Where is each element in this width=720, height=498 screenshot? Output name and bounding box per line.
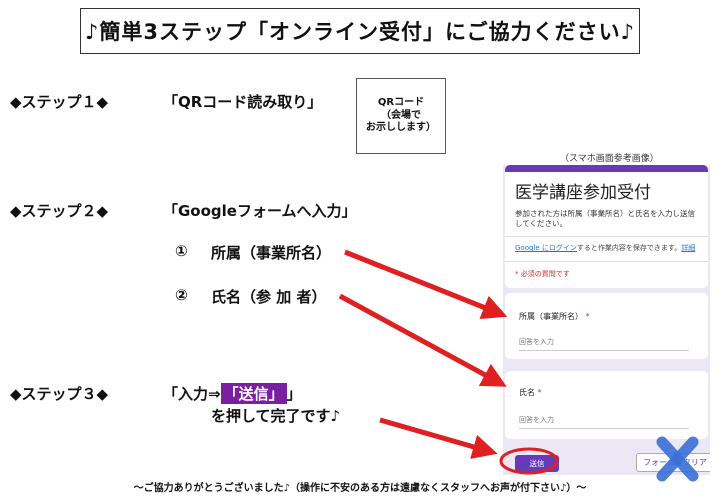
step3-post: 」 (286, 385, 302, 403)
arrow-to-affiliation (344, 249, 508, 320)
step3-label: ◆ステップ３◆ (10, 385, 109, 403)
step2-text: 「Googleフォームへ入力」 (163, 202, 357, 220)
divider (505, 261, 708, 263)
step3-text: 「入力⇒ 「送信」」 (163, 383, 302, 404)
affiliation-input[interactable]: 回答を入力 (519, 337, 689, 351)
step3-pre: 「入力⇒ (163, 385, 221, 403)
footer-message: ～ご協力ありがとうございました♪（操作に不安のある方は遠慮なくスタッフへお声が付… (133, 483, 587, 494)
step2-item2-text: 氏名（参 加 者） (211, 288, 327, 306)
step2-item2-number: ② (175, 286, 188, 304)
name-input[interactable]: 回答を入力 (519, 415, 689, 429)
q1-label: 所属（事業所名） * (519, 311, 590, 322)
q2-label: 氏名 * (519, 387, 542, 398)
login-notice-text: すると作業内容を保存できます。 (576, 244, 682, 253)
page-title: ♪簡単3ステップ「オンライン受付」にご協力ください♪ (80, 8, 640, 54)
required-star: * (585, 312, 590, 321)
qr-line3: お示しします） (366, 122, 436, 134)
send-badge: 「送信」 (220, 383, 287, 404)
required-star: * (537, 388, 542, 397)
submit-button[interactable]: 送信 (515, 455, 559, 472)
q1-label-text: 所属（事業所名） (519, 312, 583, 321)
step1-text: 「QRコード読み取り」 (163, 93, 323, 111)
step2-item1-number: ① (175, 242, 188, 260)
arrow-to-submit (379, 417, 498, 459)
question-card-name: 氏名 * 回答を入力 (505, 371, 708, 439)
arrow-to-name (338, 293, 507, 387)
details-link[interactable]: 詳細 (681, 244, 695, 252)
qr-line1: QRコード (377, 97, 425, 109)
qr-code-placeholder: QRコード （会場で お示しします） (356, 78, 446, 154)
form-description: 参加された方は所属（事業所名）と氏名を入力し送信してください。 (515, 209, 695, 229)
phone-caption: （スマホ画面参考画像） (560, 154, 659, 164)
divider (505, 236, 708, 238)
step3-line2: を押して完了です♪ (211, 407, 341, 425)
phone-form-screenshot: 医学講座参加受付 参加された方は所属（事業所名）と氏名を入力し送信してください。… (503, 165, 710, 475)
google-login-link[interactable]: Google にログイン (515, 244, 577, 252)
qr-line2: （会場で (381, 109, 421, 121)
required-note: * 必須の質問です (515, 270, 570, 279)
form-header-card: 医学講座参加受付 参加された方は所属（事業所名）と氏名を入力し送信してください。… (505, 165, 708, 288)
clear-form-button[interactable]: フォームをクリア (636, 453, 710, 472)
q2-label-text: 氏名 (519, 388, 535, 397)
form-title: 医学講座参加受付 (515, 183, 651, 203)
login-notice: Google にログインすると作業内容を保存できます。詳細 (515, 244, 698, 254)
step2-label: ◆ステップ２◆ (10, 202, 109, 220)
question-card-affiliation: 所属（事業所名） * 回答を入力 (505, 293, 708, 359)
step2-item1-text: 所属（事業所名） (211, 244, 332, 262)
step1-label: ◆ステップ１◆ (10, 93, 109, 111)
